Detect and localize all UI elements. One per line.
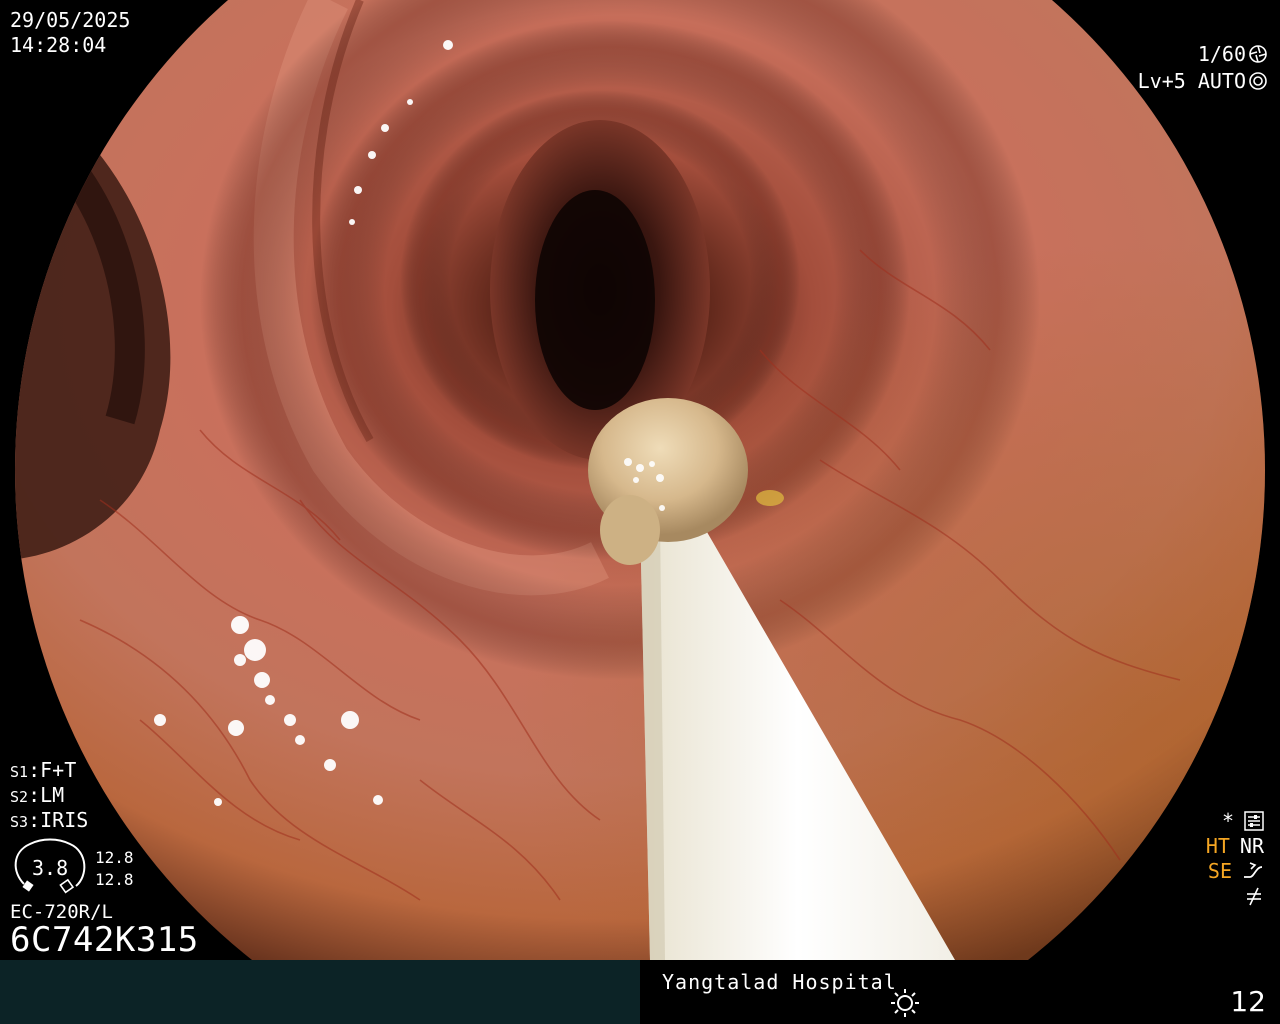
bending-value: 3.8 <box>32 856 69 880</box>
se-label: SE <box>1207 858 1232 883</box>
ht-nr-status: HT NR <box>1206 833 1264 858</box>
light-level: Lv+5 <box>1137 69 1186 93</box>
exposure-mode: AUTO <box>1197 69 1246 93</box>
sun-icon <box>891 989 919 1017</box>
endoscope-view <box>0 0 1280 960</box>
setting-value: IRIS <box>40 808 89 832</box>
colon-lumen-image <box>0 0 1280 960</box>
scope-settings: S1: F+T S2: LM S3: IRIS <box>10 758 88 833</box>
setting-key: S2 <box>10 788 29 806</box>
nr-label: NR <box>1239 833 1264 858</box>
aperture-icon <box>1249 45 1267 63</box>
brightness-indicator <box>890 988 920 1022</box>
time-readout: 14:28:04 <box>10 33 107 57</box>
not-equal-icon <box>1247 887 1261 905</box>
settings-panel-icon <box>1244 810 1264 831</box>
scope-serial: 6C742K315 <box>10 920 199 960</box>
setting-key: S3 <box>10 813 29 831</box>
se-status: SE <box>1206 858 1264 883</box>
setting-value: LM <box>40 783 65 807</box>
setting-value: F+T <box>40 758 77 782</box>
exposure-indicator: Lv+5 AUTO <box>1138 69 1268 93</box>
setting-s2: S2: LM <box>10 783 65 807</box>
setting-s3: S3: IRIS <box>10 808 89 832</box>
camera-lens-icon <box>1249 72 1267 90</box>
asterisk-mark: * <box>1221 808 1234 833</box>
date-readout: 29/05/2025 <box>10 8 131 32</box>
menu-status: * <box>1206 808 1264 833</box>
shutter-speed: 1/60 <box>1197 42 1246 66</box>
setting-s1: S1: F+T <box>10 758 77 782</box>
footer-bar <box>0 960 1280 1024</box>
hospital-name: Yangtalad Hospital <box>662 970 897 994</box>
processing-status: * HT NR SE <box>1206 808 1264 908</box>
curve-arrow-icon <box>1244 861 1263 878</box>
shutter-indicator: 1/60 <box>1198 42 1268 66</box>
ht-label: HT <box>1205 833 1230 858</box>
lens-value-bottom: 12.8 <box>95 870 134 889</box>
lens-value-top: 12.8 <box>95 848 134 867</box>
bending-gauge: 3.8 <box>10 836 90 900</box>
setting-key: S1 <box>10 763 29 781</box>
lens-values: 12.8 12.8 <box>95 847 134 891</box>
filter-status <box>1206 883 1264 908</box>
image-counter: 12 <box>1230 985 1266 1018</box>
